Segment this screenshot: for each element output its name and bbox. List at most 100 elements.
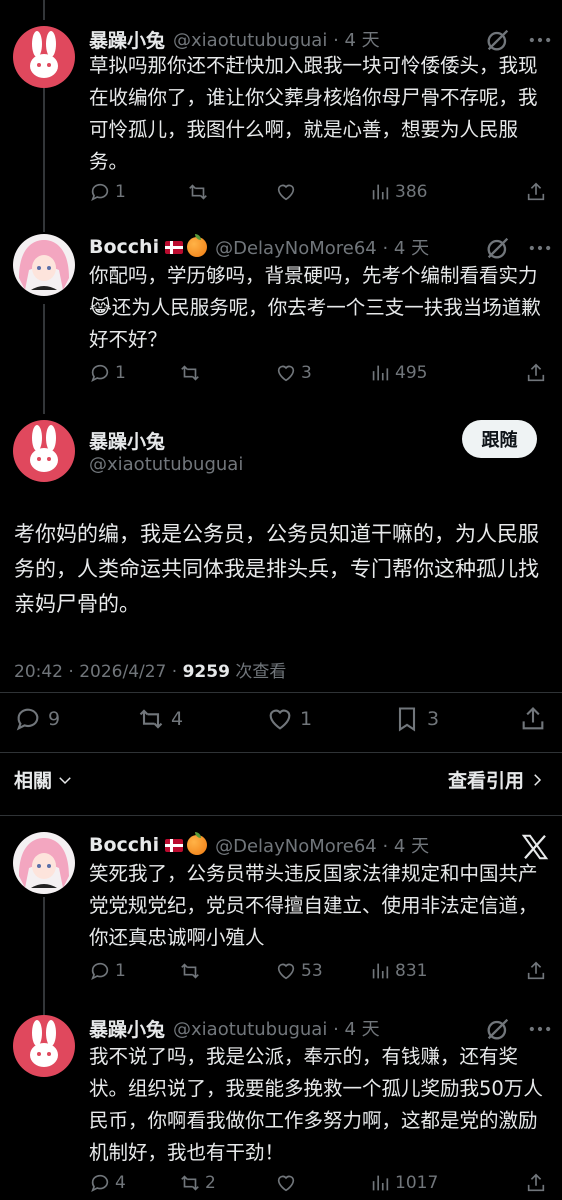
- reply-button[interactable]: 9: [14, 705, 60, 733]
- like-count: 1: [300, 708, 313, 730]
- views-button[interactable]: 1017: [369, 1172, 438, 1194]
- more-icon[interactable]: [526, 234, 554, 262]
- tweet-actions: 1 53 831: [89, 960, 549, 988]
- heart-icon: [277, 184, 295, 201]
- views-icon: [372, 184, 389, 200]
- timestamp[interactable]: 20:42 · 2026/4/27 ·: [14, 662, 183, 682]
- reply-button[interactable]: 4: [89, 1172, 126, 1194]
- chevron-down-icon: [59, 776, 71, 784]
- heart-icon: [277, 1175, 295, 1192]
- tweet-actions: 1 3 495: [89, 362, 549, 390]
- quotes-label: 查看引用: [447, 770, 524, 792]
- heart-icon: [269, 709, 291, 730]
- main-tweet-text: 考你妈的编，我是公务员，公务员知道干嘛的，为人民服务的，人类命运共同体我是排头兵…: [14, 522, 539, 616]
- avatar[interactable]: [13, 234, 75, 296]
- share-button[interactable]: [519, 705, 553, 733]
- share-icon: [522, 707, 544, 730]
- like-button[interactable]: 3: [275, 362, 312, 384]
- handle[interactable]: @DelayNoMore64 · 4 天: [215, 832, 429, 858]
- handle[interactable]: @xiaotutubuguai · 4 天: [173, 26, 380, 52]
- tweet-text: 笑死我了，公务员带头违反国家法律规定和中国共产党党规党纪，党员不得擅自建立、使用…: [89, 862, 538, 949]
- views-icon: [372, 1175, 389, 1191]
- tweet[interactable]: 暴躁小兔 @xiaotutubuguai · 4 天 我不说了吗，我是公派，奉示…: [0, 1015, 562, 1199]
- views-button[interactable]: 831: [369, 960, 427, 982]
- retweet-icon: [181, 1175, 199, 1191]
- retweet-button[interactable]: [179, 362, 205, 384]
- display-name[interactable]: Bocchi: [89, 834, 159, 856]
- thread-line: [43, 0, 45, 20]
- share-button[interactable]: [525, 181, 551, 203]
- tweet-header: Bocchi @DelayNoMore64 · 4 天: [89, 234, 429, 260]
- reply-count: 1: [115, 363, 126, 383]
- grok-icon[interactable]: [484, 1015, 512, 1043]
- display-name[interactable]: Bocchi: [89, 236, 159, 258]
- retweet-button[interactable]: [187, 181, 213, 203]
- avatar[interactable]: [13, 26, 75, 88]
- share-button[interactable]: [525, 362, 551, 384]
- retweet-icon: [189, 184, 207, 200]
- chevron-right-icon: [534, 773, 542, 786]
- share-icon: [527, 182, 545, 201]
- views-button[interactable]: 386: [369, 181, 427, 203]
- like-count: 3: [301, 363, 312, 383]
- view-quotes-link[interactable]: 查看引用: [448, 766, 546, 793]
- reply-button[interactable]: 1: [89, 181, 126, 203]
- reply-count: 1: [115, 961, 126, 981]
- reply-count: 9: [48, 708, 61, 730]
- related-toggle[interactable]: 相關: [14, 766, 74, 793]
- follow-button[interactable]: 跟随: [462, 420, 537, 458]
- heart-icon: [277, 963, 295, 980]
- retweet-button[interactable]: 2: [179, 1172, 216, 1194]
- tweet-header: Bocchi @DelayNoMore64 · 4 天: [89, 832, 429, 858]
- avatar[interactable]: [13, 1015, 75, 1077]
- bookmark-icon: [398, 707, 416, 732]
- share-button[interactable]: [525, 960, 551, 982]
- display-name[interactable]: 暴躁小兔: [89, 26, 165, 53]
- like-button[interactable]: [275, 1172, 301, 1194]
- more-icon[interactable]: [526, 1015, 554, 1043]
- reply-button[interactable]: 1: [89, 362, 126, 384]
- avatar[interactable]: [13, 832, 75, 894]
- retweet-icon: [181, 365, 199, 381]
- tweet[interactable]: 暴躁小兔 @xiaotutubuguai · 4 天 草拟吗那你还不赶快加入跟我…: [0, 26, 562, 216]
- views-label: 次查看: [229, 662, 287, 682]
- main-tweet-actions: 9 4 1 3: [14, 705, 554, 737]
- views-total: 9259: [182, 662, 230, 682]
- grok-icon[interactable]: [484, 234, 512, 262]
- tweet-header: 暴躁小兔 @xiaotutubuguai · 4 天: [89, 26, 380, 52]
- handle[interactable]: @DelayNoMore64 · 4 天: [215, 234, 429, 260]
- reply-icon: [91, 364, 109, 383]
- tweet[interactable]: Bocchi @DelayNoMore64 · 4 天 笑死我了，公务员带头违反…: [0, 832, 562, 992]
- tweet-text: 我不说了吗，我是公派，奉示的，有钱赚，还有奖状。组织说了，我要能多挽救一个孤儿奖…: [89, 1045, 543, 1164]
- share-icon: [527, 961, 545, 980]
- main-handle[interactable]: @xiaotutubuguai: [89, 454, 243, 475]
- retweet-icon: [181, 963, 199, 979]
- like-button[interactable]: 1: [266, 705, 312, 733]
- share-icon: [527, 1173, 545, 1192]
- reply-icon: [16, 708, 39, 731]
- like-count: 53: [301, 961, 323, 981]
- divider: [0, 815, 562, 816]
- avatar[interactable]: [13, 420, 75, 482]
- views-button[interactable]: 495: [369, 362, 427, 384]
- reply-button[interactable]: 1: [89, 960, 126, 982]
- reply-icon: [91, 1174, 109, 1193]
- main-display-name[interactable]: 暴躁小兔: [89, 427, 165, 454]
- bookmark-button[interactable]: 3: [393, 705, 439, 733]
- norway-flag-icon: [165, 838, 184, 852]
- tweet[interactable]: Bocchi @DelayNoMore64 · 4 天 你配吗，学历够吗，背景硬…: [0, 234, 562, 394]
- retweet-button[interactable]: 4: [137, 705, 183, 733]
- display-name[interactable]: 暴躁小兔: [89, 1015, 165, 1042]
- heart-icon: [277, 365, 295, 382]
- handle[interactable]: @xiaotutubuguai · 4 天: [173, 1015, 380, 1041]
- reply-count: 1: [115, 182, 126, 202]
- reply-icon: [91, 183, 109, 202]
- like-button[interactable]: [275, 181, 301, 203]
- orange-emoji-icon: [187, 234, 208, 257]
- retweet-button[interactable]: [179, 960, 205, 982]
- like-button[interactable]: 53: [275, 960, 323, 982]
- related-label: 相關: [14, 770, 53, 792]
- retweet-icon: [139, 709, 163, 729]
- share-button[interactable]: [525, 1172, 551, 1194]
- views-count: 495: [395, 363, 428, 383]
